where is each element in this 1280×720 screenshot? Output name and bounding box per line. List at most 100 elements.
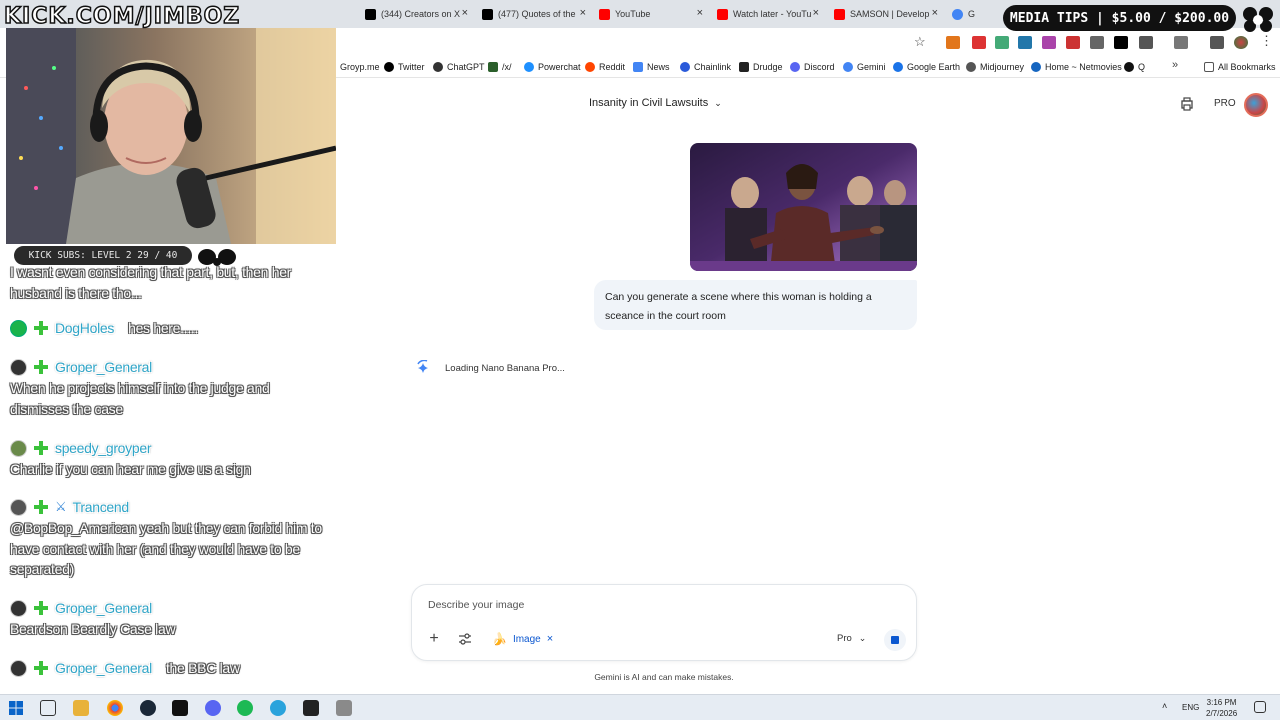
input-language[interactable]: ENG — [1182, 703, 1199, 712]
chat-message: ⚔ Trancend @BopBop_American yeah but the… — [10, 496, 330, 580]
model-mode-select[interactable]: Pro ⌄ — [837, 633, 866, 644]
task-view-icon[interactable] — [40, 700, 56, 716]
bookmark-label: Chainlink — [694, 62, 732, 72]
extension-icon[interactable] — [1018, 36, 1032, 49]
bookmark-item[interactable]: News — [633, 60, 670, 74]
add-attachment-button[interactable]: + — [426, 631, 442, 647]
close-tab-icon[interactable]: × — [813, 7, 819, 19]
tray-chevron-up-icon[interactable]: ˄ — [1162, 701, 1167, 711]
bookmark-item[interactable]: Discord — [790, 60, 835, 74]
windows-taskbar: ˄ ENG 3:16 PM 2/7/2026 — [0, 694, 1280, 720]
tools-sliders-icon[interactable] — [458, 633, 472, 645]
metamask-extension-icon[interactable] — [946, 36, 960, 49]
close-tab-icon[interactable]: × — [932, 7, 938, 19]
bookmark-star-icon[interactable]: ☆ — [914, 34, 926, 50]
prompt-input-box[interactable]: Describe your image + 🍌 Image × Pro ⌄ — [411, 584, 917, 661]
bookmark-label: Q — [1138, 62, 1146, 72]
all-bookmarks-button[interactable]: All Bookmarks — [1204, 60, 1276, 74]
chat-username[interactable]: Groper_General — [55, 359, 152, 375]
extension-icon[interactable] — [1042, 36, 1056, 49]
q-icon — [1124, 62, 1134, 72]
extension-icon[interactable] — [995, 36, 1009, 49]
menu-kebab-icon[interactable]: ⋮ — [1260, 33, 1273, 49]
x-logo-icon — [482, 8, 493, 20]
chat-message-text: hes here..... — [128, 319, 199, 336]
extensions-puzzle-icon[interactable] — [1139, 36, 1153, 49]
chat-username[interactable]: DogHoles — [55, 320, 114, 336]
system-clock[interactable]: 3:16 PM 2/7/2026 — [1206, 697, 1237, 719]
browser-tab[interactable]: (477) Quotes of the × — [482, 4, 588, 24]
bookmark-item[interactable]: Midjourney — [966, 60, 1024, 74]
gemini-spark-icon — [417, 360, 428, 373]
discord-icon — [790, 62, 800, 72]
image-tool-chip[interactable]: 🍌 Image × — [492, 632, 553, 646]
bookmark-item[interactable]: Drudge — [739, 60, 783, 74]
share-icon[interactable] — [1180, 97, 1194, 111]
chat-username[interactable]: Trancend — [73, 499, 130, 515]
chat-username[interactable]: speedy_groyper — [55, 440, 152, 456]
prompt-input-placeholder[interactable]: Describe your image — [428, 599, 524, 611]
profile-icon[interactable] — [1234, 36, 1248, 49]
bookmark-label: Midjourney — [980, 62, 1025, 72]
extension-icon[interactable] — [1090, 36, 1104, 49]
chat-message: speedy_groyper Charlie if you can hear m… — [10, 437, 330, 480]
folder-icon — [1204, 62, 1214, 72]
tab-title: (477) Quotes of the — [498, 9, 576, 19]
steam-icon[interactable] — [140, 700, 156, 716]
browser-tab[interactable]: (344) Creators on X × — [365, 4, 470, 24]
telegram-icon[interactable] — [270, 700, 286, 716]
close-tab-icon[interactable]: × — [462, 7, 468, 19]
bookmark-item[interactable]: Chainlink — [680, 60, 731, 74]
extension-icon[interactable] — [1066, 36, 1080, 49]
x-extension-icon[interactable] — [1114, 36, 1128, 49]
bookmark-item[interactable]: Google Earth — [893, 60, 960, 74]
clock-date: 2/7/2026 — [1206, 709, 1238, 718]
subscriber-badge-icon — [34, 441, 48, 455]
stop-generation-button[interactable] — [884, 629, 906, 651]
bookmark-item[interactable]: Groyp.me — [340, 60, 380, 74]
spotify-icon[interactable] — [237, 700, 253, 716]
subscriber-badge-icon — [34, 500, 48, 514]
tab-title: (344) Creators on X — [381, 9, 461, 19]
cast-icon[interactable] — [1174, 36, 1188, 49]
windows-start-icon[interactable] — [8, 700, 24, 716]
chevron-right-icon[interactable]: » — [1172, 59, 1178, 71]
bookmark-label: Drudge — [753, 62, 783, 72]
extension-icon[interactable] — [972, 36, 986, 49]
file-explorer-icon[interactable] — [73, 700, 89, 716]
bookmark-item[interactable]: Gemini — [843, 60, 886, 74]
bookmark-item[interactable]: Q — [1124, 60, 1145, 74]
reading-list-icon[interactable] — [1210, 36, 1224, 49]
obs-icon[interactable] — [303, 700, 319, 716]
remove-chip-icon[interactable]: × — [547, 633, 553, 645]
chrome-icon[interactable] — [107, 700, 123, 716]
close-tab-icon[interactable]: × — [697, 7, 703, 19]
chat-message-text: Charlie if you can hear me give us a sig… — [10, 461, 251, 477]
bookmark-item[interactable]: Reddit — [585, 60, 625, 74]
bookmark-item[interactable]: /x/ — [488, 60, 512, 74]
notifications-icon[interactable] — [1254, 701, 1266, 713]
terminal-icon[interactable] — [172, 700, 188, 716]
bookmark-item[interactable]: Powerchat — [524, 60, 581, 74]
bookmark-label: Powerchat — [538, 62, 581, 72]
browser-tab-active[interactable]: G — [952, 4, 982, 24]
close-tab-icon[interactable]: × — [580, 7, 586, 19]
clock-time: 3:16 PM — [1206, 698, 1237, 707]
discord-icon[interactable] — [205, 700, 221, 716]
app-icon[interactable] — [336, 700, 352, 716]
bookmark-item[interactable]: Home ~ Netmovies — [1031, 60, 1122, 74]
chat-title-dropdown[interactable]: Insanity in Civil Lawsuits ⌄ — [589, 97, 722, 109]
bookmark-item[interactable]: Twitter — [384, 60, 425, 74]
browser-tab[interactable]: Watch later - YouTu × — [717, 4, 821, 24]
bookmark-item[interactable]: ChatGPT — [433, 60, 485, 74]
avatar[interactable] — [1244, 93, 1268, 117]
chevron-down-icon: ⌄ — [858, 633, 867, 643]
chat-username[interactable]: Groper_General — [55, 600, 152, 616]
chat-username[interactable]: Groper_General — [55, 660, 152, 676]
browser-tab[interactable]: SAMSON | Develop × — [834, 4, 940, 24]
bookmark-label: Reddit — [599, 62, 626, 72]
chat-title: Insanity in Civil Lawsuits — [589, 97, 709, 109]
tab-title: SAMSON | Develop — [850, 9, 930, 19]
uploaded-image[interactable] — [690, 143, 917, 271]
browser-tab[interactable]: YouTube × — [599, 4, 705, 24]
